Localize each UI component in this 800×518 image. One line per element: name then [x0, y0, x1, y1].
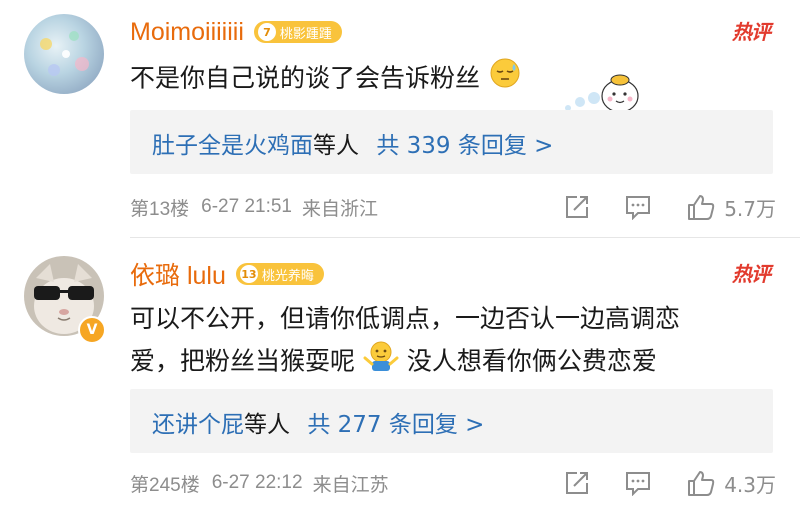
- share-button[interactable]: [564, 470, 590, 496]
- like-icon: [688, 195, 715, 220]
- username[interactable]: 依璐 lulu: [130, 256, 226, 292]
- comment-button[interactable]: [624, 470, 652, 496]
- reply-suffix: 等人: [244, 412, 290, 438]
- comment-text-line: 爱，把粉丝当猴耍呢 没人想看你俩公费恋爱: [130, 340, 770, 385]
- location: 来自浙江: [302, 198, 379, 220]
- timestamp: 6-27 22:12: [211, 472, 303, 493]
- verified-badge: V: [78, 316, 106, 344]
- reply-preview[interactable]: 肚子全是火鸡面等人 共 339 条回复 >: [130, 110, 773, 174]
- like-icon: [688, 471, 715, 496]
- hot-comment-badge: 热评: [732, 262, 771, 286]
- comment-item: Moimoiiiiiii 7 桃影踵踵 热评 不是你自己说的谈了会告诉粉丝 肚子…: [0, 14, 800, 224]
- hot-comment-badge: 热评: [732, 20, 771, 44]
- comment-text-part: 没人想看你俩公费恋爱: [406, 346, 657, 376]
- location: 来自江苏: [312, 474, 389, 496]
- comment-button[interactable]: [624, 194, 652, 220]
- timestamp: 6-27 21:51: [201, 196, 292, 217]
- avatar[interactable]: [24, 14, 104, 94]
- fan-badge[interactable]: 7 桃影踵踵: [253, 21, 342, 43]
- floor-number: 第13楼: [130, 198, 190, 220]
- share-button[interactable]: [564, 194, 590, 220]
- reply-preview[interactable]: 还讲个屁等人 共 277 条回复 >: [130, 389, 773, 453]
- shrug-emoji-icon: [363, 340, 399, 385]
- fan-badge-name: 桃光养晦: [261, 268, 314, 284]
- fan-level: 7: [257, 23, 276, 41]
- divider: [130, 237, 800, 238]
- like-button[interactable]: 4.3万: [686, 469, 776, 498]
- comment-text-part: 爱，把粉丝当猴耍呢: [130, 346, 356, 376]
- share-icon: [566, 196, 589, 218]
- comment-text: 可以不公开，但请你低调点，一边否认一边高调恋 爱，把粉丝当猴耍呢 没人想看你俩公…: [130, 298, 770, 385]
- floor-number: 第245楼: [130, 474, 200, 496]
- fan-badge[interactable]: 13 桃光养晦: [235, 263, 324, 285]
- comment-text-body: 不是你自己说的谈了会告诉粉丝: [130, 63, 481, 93]
- comment-icon: [626, 196, 651, 220]
- like-button[interactable]: 5.7万: [686, 193, 776, 222]
- fan-level: 13: [239, 265, 258, 283]
- comment-icon: [626, 472, 651, 496]
- like-count: 5.7万: [724, 196, 776, 221]
- username[interactable]: Moimoiiiiiii: [130, 18, 244, 47]
- share-icon: [566, 472, 589, 494]
- comment-item: V 依璐 lulu 13 桃光养晦 热评 可以不公开，但请你低调点，一边否认一边…: [0, 256, 800, 516]
- sleepy-emoji-icon: [488, 56, 522, 103]
- reply-user-link[interactable]: 肚子全是火鸡面: [152, 133, 313, 159]
- reply-count-link[interactable]: 共 339 条回复 >: [376, 133, 553, 159]
- reply-suffix: 等人: [313, 133, 359, 159]
- fan-badge-name: 桃影踵踵: [279, 26, 332, 42]
- comment-text-line: 可以不公开，但请你低调点，一边否认一边高调恋: [130, 304, 681, 333]
- like-count: 4.3万: [724, 472, 776, 497]
- reply-count-link[interactable]: 共 277 条回复 >: [307, 412, 484, 438]
- reply-user-link[interactable]: 还讲个屁: [152, 412, 244, 438]
- comment-text: 不是你自己说的谈了会告诉粉丝: [130, 56, 522, 103]
